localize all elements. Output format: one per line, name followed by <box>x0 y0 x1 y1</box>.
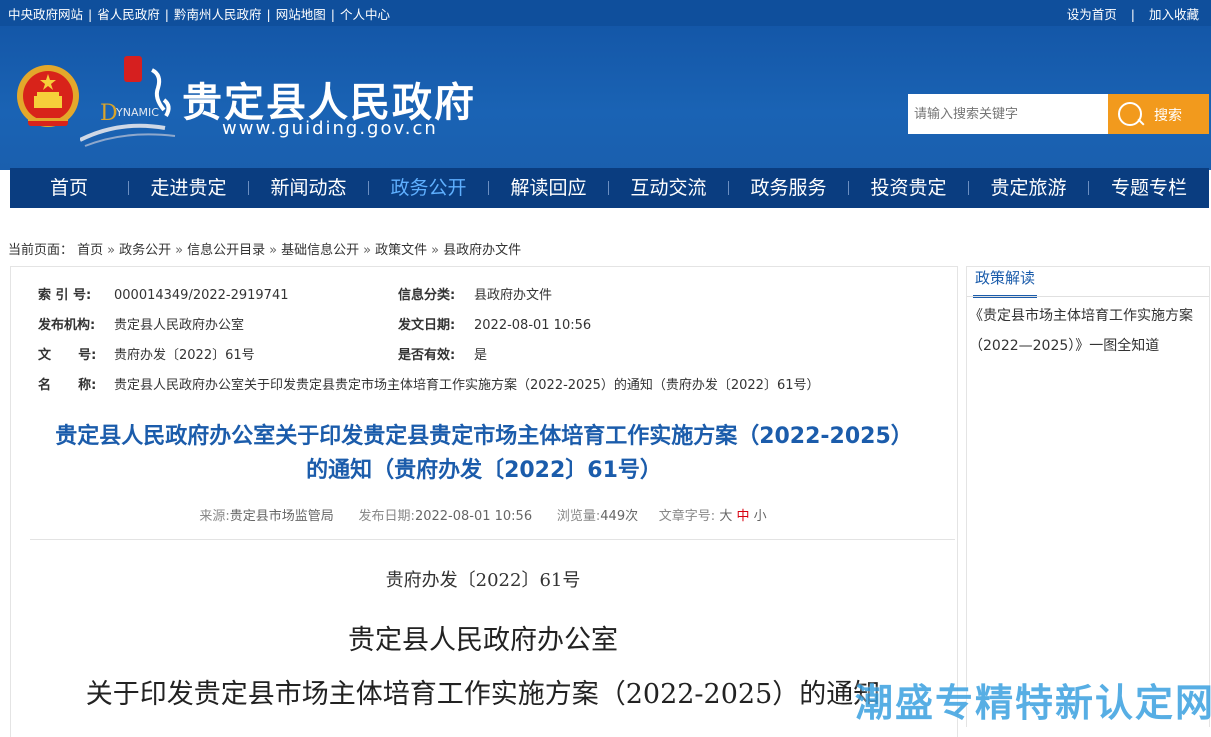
meta-valid: 是否有效: 是 <box>398 348 488 363</box>
breadcrumb-policy-docs[interactable]: 政策文件 <box>375 243 427 258</box>
meta-name-value: 贵定县人民政府办公室关于印发贵定县贵定市场主体培育工作实施方案（2022-202… <box>114 378 820 393</box>
meta-date-value: 2022-08-01 10:56 <box>474 318 592 333</box>
article-pub-date: 2022-08-01 10:56 <box>414 509 533 524</box>
meta-publisher-value: 贵定县人民政府办公室 <box>114 318 245 333</box>
top-links: 中央政府网站 | 省人民政府 | 黔南州人民政府 | 网站地图 | 个人中心 <box>8 7 390 22</box>
breadcrumb-home[interactable]: 首页 <box>77 243 103 258</box>
notice-title: 关于印发贵定县市场主体培育工作实施方案（2022-2025）的通知 <box>85 679 881 710</box>
meta-date: 发文日期: 2022-08-01 10:56 <box>398 318 592 333</box>
meta-category-value: 县政府办文件 <box>474 288 553 303</box>
font-size-small-button[interactable]: 小 <box>754 509 767 524</box>
site-header: D YNAMIC 贵定县人民政府 www.guiding.gov.cn 搜索 <box>0 26 1211 170</box>
tab-policy-interpretation[interactable]: 政策解读 <box>973 267 1038 298</box>
doc-number: 贵府办发〔2022〕61号 <box>385 570 581 591</box>
nav-tourism[interactable]: 贵定旅游 <box>969 168 1088 208</box>
link-sitemap[interactable]: 网站地图 <box>276 7 326 22</box>
breadcrumb-county-office-docs[interactable]: 县政府办文件 <box>443 243 521 258</box>
meta-docnum-value: 贵府办发〔2022〕61号 <box>114 348 255 363</box>
breadcrumb-government-affairs[interactable]: 政务公开 <box>119 243 171 258</box>
nav-government-affairs[interactable]: 政务公开 <box>369 168 488 208</box>
set-homepage-link[interactable]: 设为首页 <box>1067 7 1117 22</box>
search-icon <box>1118 102 1142 126</box>
add-favorite-link[interactable]: 加入收藏 <box>1149 7 1199 22</box>
policy-interpretation-panel: 政策解读 《贵定县市场主体培育工作实施方案（2022—2025）》一图全知道 <box>966 266 1210 727</box>
breadcrumb-info-catalog[interactable]: 信息公开目录 <box>187 243 265 258</box>
breadcrumb-basic-info[interactable]: 基础信息公开 <box>281 243 359 258</box>
svg-text:D: D <box>100 101 118 126</box>
meta-docnum: 文 号: 贵府办发〔2022〕61号 <box>38 348 255 363</box>
search-button[interactable]: 搜索 <box>1108 94 1209 134</box>
nav-special-topics[interactable]: 专题专栏 <box>1089 168 1209 208</box>
top-bar: 中央政府网站 | 省人民政府 | 黔南州人民政府 | 网站地图 | 个人中心 设为首页 | 加入收藏 <box>0 0 1211 26</box>
divider <box>30 539 955 540</box>
nav-interpretation[interactable]: 解读回应 <box>489 168 608 208</box>
breadcrumb-label: 当前页面： <box>8 243 74 258</box>
meta-publisher: 发布机构: 贵定县人民政府办公室 <box>38 318 245 333</box>
watermark: 潮盛专精特新认定网 <box>855 681 1211 725</box>
svg-text:YNAMIC: YNAMIC <box>115 106 159 119</box>
dynamic-guiding-logo-icon: D YNAMIC <box>80 56 176 147</box>
article-headline: 贵定县人民政府办公室关于印发贵定县贵定市场主体培育工作实施方案（2022-202… <box>55 424 913 483</box>
meta-name: 名 称: 贵定县人民政府办公室关于印发贵定县贵定市场主体培育工作实施方案（2022… <box>38 378 820 393</box>
site-url: www.guiding.gov.cn <box>222 118 438 139</box>
policy-interpretation-link[interactable]: 《贵定县市场主体培育工作实施方案（2022—2025）》一图全知道 <box>969 301 1205 361</box>
nav-news[interactable]: 新闻动态 <box>249 168 368 208</box>
article-panel <box>10 266 958 737</box>
nav-investment[interactable]: 投资贵定 <box>849 168 968 208</box>
link-prefecture-gov[interactable]: 黔南州人民政府 <box>174 7 262 22</box>
meta-valid-value: 是 <box>474 348 488 363</box>
meta-index: 索 引 号: 000014349/2022-2919741 <box>38 288 289 303</box>
nav-services[interactable]: 政务服务 <box>729 168 848 208</box>
article-subinfo: 来源:贵定县市场监管局 发布日期:2022-08-01 10:56 浏览量:44… <box>199 509 767 524</box>
top-actions: 设为首页 | 加入收藏 <box>1066 7 1199 22</box>
nav-interaction[interactable]: 互动交流 <box>609 168 728 208</box>
article-views: 449次 <box>600 509 639 524</box>
meta-category: 信息分类: 县政府办文件 <box>398 288 553 303</box>
search-input[interactable] <box>908 94 1108 134</box>
breadcrumb: 当前页面： 首页» 政务公开» 信息公开目录» 基础信息公开» 政策文件» 县政府办文件 <box>8 243 522 258</box>
nav-about[interactable]: 走进贵定 <box>129 168 248 208</box>
national-emblem-icon <box>17 65 79 127</box>
link-central-gov[interactable]: 中央政府网站 <box>8 7 83 22</box>
meta-index-value: 000014349/2022-2919741 <box>114 288 289 303</box>
nav-home[interactable]: 首页 <box>10 168 128 208</box>
search-button-label: 搜索 <box>1154 108 1182 124</box>
search-box: 搜索 <box>908 94 1209 134</box>
main-nav: 首页 走进贵定 新闻动态 政务公开 解读回应 互动交流 政务服务 投资贵定 贵定… <box>10 168 1209 208</box>
font-size-medium-button[interactable]: 中 <box>736 509 749 524</box>
link-personal-center[interactable]: 个人中心 <box>340 7 390 22</box>
article-source: 贵定县市场监管局 <box>229 509 334 524</box>
font-size-large-button[interactable]: 大 <box>719 509 732 524</box>
issuing-office: 贵定县人民政府办公室 <box>348 625 618 656</box>
link-province-gov[interactable]: 省人民政府 <box>97 7 160 22</box>
